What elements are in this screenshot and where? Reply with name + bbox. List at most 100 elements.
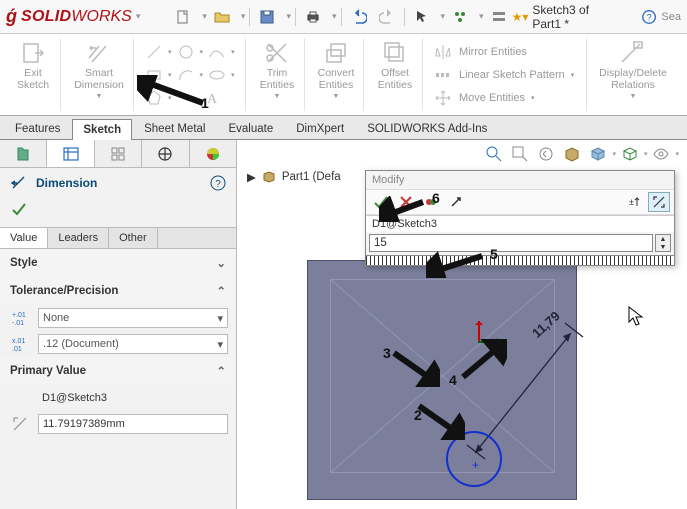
print-button[interactable]: [300, 5, 326, 29]
point-tool-button[interactable]: [174, 87, 198, 109]
tab-evaluate[interactable]: Evaluate: [217, 118, 284, 139]
tab-dimxpert[interactable]: DimXpert: [285, 118, 355, 139]
flyout-feature-tree[interactable]: ▶ Part1 (Defa: [247, 170, 341, 184]
model-face[interactable]: 11,79 +: [307, 260, 577, 500]
logo-ds: ǵ: [6, 6, 17, 27]
pm-help-icon[interactable]: ?: [210, 175, 226, 191]
tolerance-select[interactable]: None▾: [38, 308, 228, 328]
svg-text:.01: .01: [12, 346, 22, 353]
trim-entities-button[interactable]: Trim Entities ▼: [252, 38, 302, 101]
graphics-area[interactable]: ▾ ▾ ▾ ▶ Part1 (Defa 11,79 +: [237, 140, 687, 509]
precision-icon: x.01.01: [8, 335, 32, 353]
logo-solid: SOLID: [21, 8, 71, 25]
exit-sketch-button[interactable]: Exit Sketch: [8, 38, 58, 91]
pm-primary-header[interactable]: Primary Value⌃: [0, 357, 236, 385]
pm-tab-property[interactable]: [47, 140, 94, 167]
mirror-entities-button[interactable]: [431, 41, 455, 63]
zoom-fit-icon[interactable]: [482, 142, 506, 166]
select-button[interactable]: [409, 5, 435, 29]
rect-tool-button[interactable]: [142, 64, 166, 86]
zoom-area-icon[interactable]: [508, 142, 532, 166]
pm-subtab-value[interactable]: Value: [0, 228, 48, 248]
commandmanager-tabs: Features Sketch Sheet Metal Evaluate Dim…: [0, 116, 687, 140]
redo-button[interactable]: [374, 5, 400, 29]
circle-center-icon: +: [472, 458, 479, 472]
pm-tab-display[interactable]: [190, 140, 236, 167]
primary-value-input[interactable]: 11.79197389mm: [38, 414, 228, 434]
open-doc-button[interactable]: [209, 5, 235, 29]
text-tool-button[interactable]: A: [200, 87, 224, 109]
pm-ok-button[interactable]: [0, 198, 236, 227]
cursor-icon: [627, 305, 645, 327]
pm-tab-feature-tree[interactable]: [0, 140, 47, 167]
logo-chevron-icon[interactable]: ▾: [136, 11, 141, 22]
spline-tool-button[interactable]: [205, 41, 229, 63]
modify-value-input[interactable]: 15: [369, 234, 653, 252]
help-icon[interactable]: ?: [641, 8, 657, 26]
modify-spinner[interactable]: ▲▼: [655, 234, 671, 252]
tab-sheetmetal[interactable]: Sheet Metal: [133, 118, 216, 139]
quick-access-toolbar: ▾ ▾ ▾ ▾ ▾ ▾: [170, 5, 511, 29]
part-icon: [262, 170, 276, 184]
spin-down-icon[interactable]: ▼: [656, 243, 670, 251]
pm-subtab-leaders[interactable]: Leaders: [48, 228, 109, 248]
save-button[interactable]: [254, 5, 280, 29]
modify-thumbwheel-button[interactable]: [648, 192, 670, 212]
tab-sketch[interactable]: Sketch: [72, 119, 132, 140]
modify-name-field[interactable]: D1@Sketch3: [366, 215, 674, 232]
move-entities-button[interactable]: [431, 87, 455, 109]
title-bar: ǵ SOLIDWORKS ▾ ▾ ▾ ▾ ▾ ▾ ▾ ★▾ Sketch3 of…: [0, 0, 687, 34]
pm-style-header[interactable]: Style⌄: [0, 249, 236, 277]
star-icon[interactable]: ★▾: [512, 10, 529, 24]
modify-rebuild-button[interactable]: [420, 192, 442, 212]
pm-tolprec-header[interactable]: Tolerance/Precision⌃: [0, 277, 236, 305]
svg-text:x.01: x.01: [12, 338, 25, 345]
pm-tab-dimxpert[interactable]: [142, 140, 189, 167]
display-style-icon[interactable]: [618, 142, 642, 166]
document-title: Sketch3 of Part1 *: [532, 3, 619, 31]
prev-view-icon[interactable]: [534, 142, 558, 166]
hide-show-icon[interactable]: [649, 142, 673, 166]
modify-dialog[interactable]: Modify ± D1@Sketch3 15 ▲▼: [365, 170, 675, 266]
construction-lines: [330, 279, 555, 473]
expand-icon[interactable]: ▶: [247, 170, 256, 184]
view-orient-icon[interactable]: [586, 142, 610, 166]
tab-addins[interactable]: SOLIDWORKS Add-Ins: [356, 118, 498, 139]
circle-tool-button[interactable]: [174, 41, 198, 63]
svg-text:?: ?: [647, 12, 652, 22]
new-doc-button[interactable]: [170, 5, 196, 29]
pm-tab-config[interactable]: [95, 140, 142, 167]
chevron-up-icon: ⌃: [216, 284, 226, 298]
section-view-icon[interactable]: [560, 142, 584, 166]
undo-button[interactable]: [346, 5, 372, 29]
svg-text:±: ±: [629, 197, 634, 207]
rebuild-button[interactable]: [447, 5, 473, 29]
offset-entities-button[interactable]: Offset Entities: [370, 38, 420, 91]
svg-text:?: ?: [215, 179, 221, 190]
chevron-down-icon[interactable]: ▼: [96, 93, 103, 101]
polygon-tool-button[interactable]: [142, 87, 166, 109]
options-button[interactable]: [486, 5, 512, 29]
part-name: Part1 (Defa: [282, 171, 341, 183]
modify-spin-increment-button[interactable]: ±: [623, 192, 645, 212]
svg-text:A: A: [207, 92, 218, 107]
line-tool-button[interactable]: [142, 41, 166, 63]
modify-title: Modify: [366, 171, 674, 189]
display-relations-button[interactable]: Display/Delete Relations ▼: [593, 38, 673, 101]
modify-reverse-button[interactable]: [445, 192, 467, 212]
view-toolbar: ▾ ▾ ▾: [482, 142, 679, 166]
ellipse-tool-button[interactable]: [205, 64, 229, 86]
smart-dimension-button[interactable]: Smart Dimension ▼: [67, 38, 131, 101]
tab-features[interactable]: Features: [4, 118, 71, 139]
modify-thumbwheel[interactable]: [366, 255, 674, 265]
modify-cancel-button[interactable]: [395, 192, 417, 212]
modify-ok-button[interactable]: [370, 192, 392, 212]
pm-header: Dimension ?: [0, 168, 236, 198]
convert-entities-button[interactable]: Convert Entities ▼: [311, 38, 361, 101]
pm-subtab-other[interactable]: Other: [109, 228, 158, 248]
svg-text:+.01: +.01: [12, 312, 26, 319]
arc-tool-button[interactable]: [174, 64, 198, 86]
linear-pattern-button[interactable]: [431, 64, 455, 86]
precision-select[interactable]: .12 (Document)▾: [38, 334, 228, 354]
spin-up-icon[interactable]: ▲: [656, 235, 670, 243]
